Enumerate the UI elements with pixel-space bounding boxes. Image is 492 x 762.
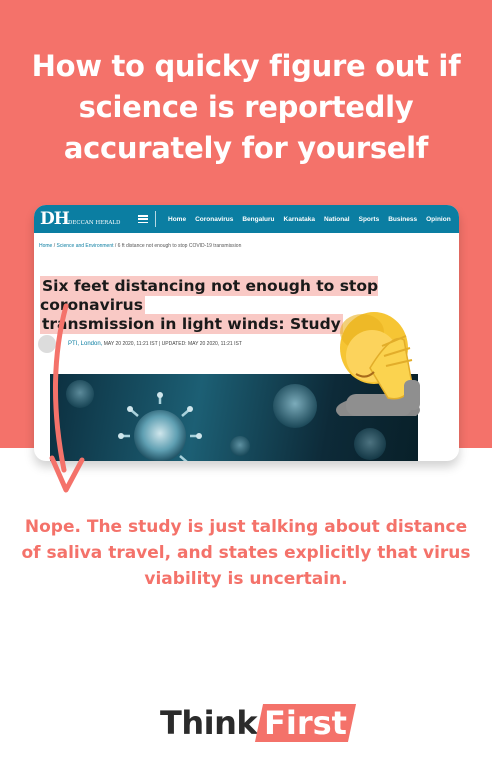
brand-first-badge: First: [255, 704, 357, 742]
verdict-text: Nope. The study is just talking about di…: [21, 517, 471, 589]
facepalm-emoji: [336, 312, 420, 416]
headline: How to quicky figure out if science is r…: [31, 49, 461, 165]
nav-divider: [155, 211, 156, 227]
nav-item-home[interactable]: Home: [168, 216, 186, 223]
logo-text: DECCAN HERALD: [68, 220, 121, 226]
curved-arrow-icon: [49, 303, 85, 493]
nav-item-business[interactable]: Business: [388, 216, 417, 223]
site-navbar: DH DECCAN HERALD Home Coronavirus Bengal…: [34, 205, 459, 233]
thinkfirst-logo: Think First: [160, 700, 357, 746]
breadcrumb: Home / Science and Environment / 6 ft di…: [39, 243, 242, 249]
breadcrumb-section[interactable]: Science and Environment: [57, 243, 114, 249]
breadcrumb-home[interactable]: Home: [39, 243, 52, 249]
nav-menu: Home Coronavirus Bengaluru Karnataka Nat…: [168, 205, 451, 233]
menu-icon[interactable]: [138, 215, 148, 224]
brand-think: Think: [160, 704, 258, 742]
nav-item-national[interactable]: National: [324, 216, 350, 223]
brand-first: First: [264, 704, 348, 742]
site-logo[interactable]: DH DECCAN HERALD: [40, 209, 120, 229]
nav-item-opinion[interactable]: Opinion: [426, 216, 451, 223]
nav-item-karnataka[interactable]: Karnataka: [284, 216, 315, 223]
logo-mark: DH: [40, 209, 70, 229]
nav-item-bengaluru[interactable]: Bengaluru: [242, 216, 274, 223]
nav-item-coronavirus[interactable]: Coronavirus: [195, 216, 233, 223]
breadcrumb-current: 6 ft distance not enough to stop COVID-1…: [117, 243, 242, 249]
nav-item-sports[interactable]: Sports: [359, 216, 380, 223]
byline-dates: MAY 20 2020, 11:21 IST | UPDATED: MAY 20…: [103, 341, 242, 347]
